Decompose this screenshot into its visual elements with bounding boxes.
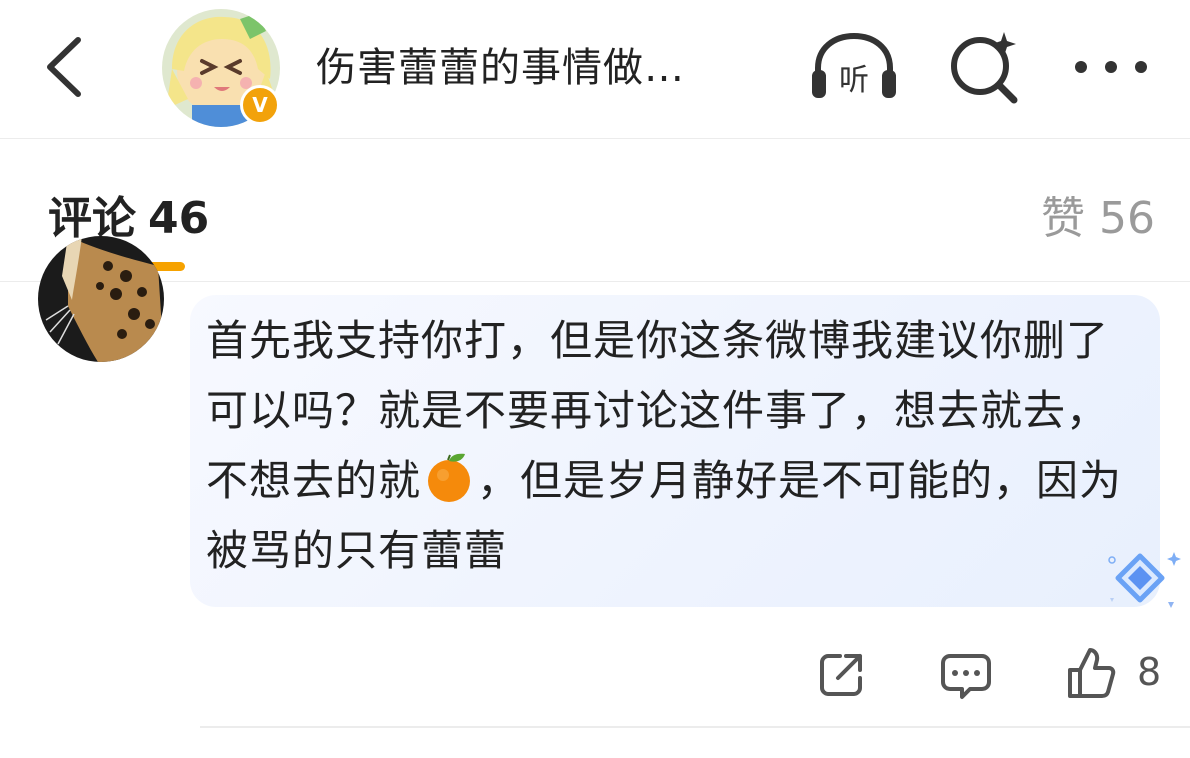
listen-button[interactable]: 听: [808, 30, 900, 102]
reply-button[interactable]: [940, 652, 992, 700]
listen-icon-label: 听: [839, 63, 869, 98]
verified-badge: V: [240, 85, 280, 125]
sparkle-diamond-badge: [1104, 550, 1184, 612]
tab-likes-label: 赞: [1041, 193, 1085, 244]
ai-search-button[interactable]: [948, 30, 1022, 104]
like-count: 8: [1137, 650, 1162, 694]
leopard-avatar-image: [38, 236, 164, 362]
tab-comments[interactable]: 评论 46: [48, 182, 209, 246]
back-arrow-icon: [47, 37, 81, 97]
tab-likes-count: 56: [1099, 193, 1155, 244]
tab-comments-count: 46: [148, 193, 210, 244]
comment-actions: 8: [0, 640, 1190, 710]
top-bar: V 伤害蕾蕾的事情做… 听: [0, 0, 1190, 139]
tab-likes[interactable]: 赞 56: [1041, 182, 1155, 246]
share-icon: [820, 654, 862, 696]
post-title[interactable]: 伤害蕾蕾的事情做…: [316, 38, 756, 98]
share-button[interactable]: [818, 650, 866, 698]
comment-text: 首先我支持你打，但是你这条微博我建议你删了可以吗？就是不要再讨论这件事了，想去就…: [206, 306, 1146, 586]
diamond-icon: [1108, 552, 1181, 608]
thumbs-up-icon: [1068, 648, 1116, 698]
verified-badge-label: V: [252, 93, 268, 117]
more-button[interactable]: [1072, 52, 1150, 82]
more-dots-icon: [1075, 61, 1147, 73]
headphones-icon: 听: [812, 32, 896, 98]
divider: [200, 726, 1190, 728]
back-button[interactable]: [40, 34, 90, 100]
comment-tabs: 评论 46 赞 56: [0, 139, 1190, 282]
reply-icon: [941, 654, 991, 699]
like-button[interactable]: [1066, 646, 1116, 700]
commenter-avatar[interactable]: [38, 236, 164, 362]
tangerine-emoji-icon: [428, 453, 471, 502]
ai-search-icon: [951, 32, 1018, 104]
